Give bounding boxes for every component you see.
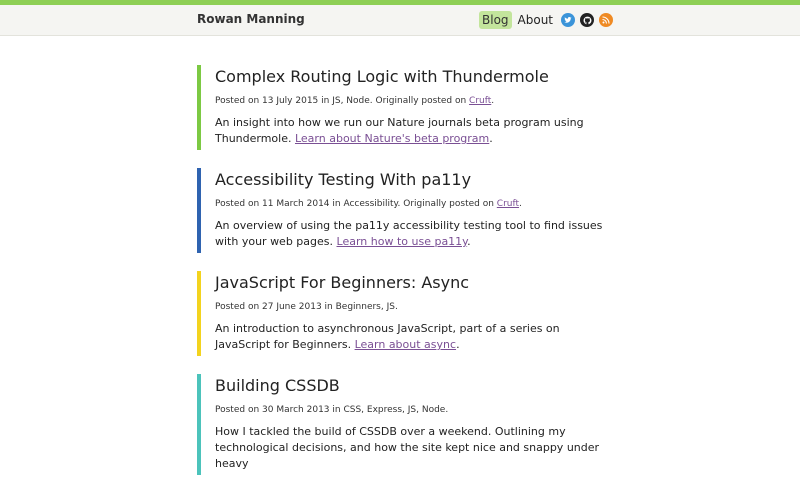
post-summary: How I tackled the build of CSSDB over a … [215, 425, 600, 470]
twitter-icon[interactable] [561, 13, 576, 27]
github-icon[interactable] [580, 13, 595, 27]
post-summary: An introduction to asynchronous JavaScri… [215, 321, 607, 356]
post-summary-suffix: . [467, 235, 471, 248]
post-color-bar [197, 65, 201, 150]
read-more-link[interactable]: Learn about async [355, 338, 456, 351]
site-header: Rowan Manning Blog About [0, 5, 800, 36]
post-meta: Posted on 30 March 2013 in CSS, Express,… [215, 405, 449, 415]
main-nav: Blog About [479, 11, 614, 29]
post-meta: Posted on 27 June 2013 in Beginners, JS. [215, 302, 398, 312]
post-summary-suffix: . [489, 132, 493, 145]
original-source-link[interactable]: Cruft [497, 199, 519, 209]
post-summary: An overview of using the pa11y accessibi… [215, 218, 607, 253]
read-more-link[interactable]: Learn about Nature's beta program [295, 132, 489, 145]
post-title[interactable]: JavaScript For Beginners: Async [215, 271, 607, 293]
post-summary-suffix: . [456, 338, 460, 351]
post-summary: An insight into how we run our Nature jo… [215, 115, 607, 150]
post-meta-text: Posted on 11 March 2014 in Accessibility… [215, 199, 497, 209]
post-item: Accessibility Testing With pa11y Posted … [197, 168, 607, 253]
post-color-bar [197, 374, 201, 475]
rss-icon[interactable] [599, 13, 614, 27]
nav-blog-link[interactable]: Blog [479, 11, 512, 29]
post-item: Building CSSDB Posted on 30 March 2013 i… [197, 374, 607, 475]
post-meta-suffix: . [519, 199, 522, 209]
site-title[interactable]: Rowan Manning [197, 12, 305, 26]
post-item: Complex Routing Logic with Thundermole P… [197, 65, 607, 150]
post-meta-text: Posted on 13 July 2015 in JS, Node. Orig… [215, 96, 470, 106]
post-title[interactable]: Complex Routing Logic with Thundermole [215, 65, 607, 87]
post-list: Complex Routing Logic with Thundermole P… [197, 65, 607, 493]
post-color-bar [197, 271, 201, 356]
post-meta: Posted on 13 July 2015 in JS, Node. Orig… [215, 95, 607, 107]
post-title[interactable]: Accessibility Testing With pa11y [215, 168, 607, 190]
post-item: JavaScript For Beginners: Async Posted o… [197, 271, 607, 356]
post-meta-suffix: . [491, 96, 495, 106]
post-meta: Posted on 11 March 2014 in Accessibility… [215, 198, 607, 210]
post-title[interactable]: Building CSSDB [215, 374, 607, 396]
original-source-link[interactable]: Cruft [469, 96, 491, 106]
nav-about-link[interactable]: About [518, 11, 553, 29]
post-color-bar [197, 168, 201, 253]
read-more-link[interactable]: Learn how to use pa11y [337, 235, 468, 248]
